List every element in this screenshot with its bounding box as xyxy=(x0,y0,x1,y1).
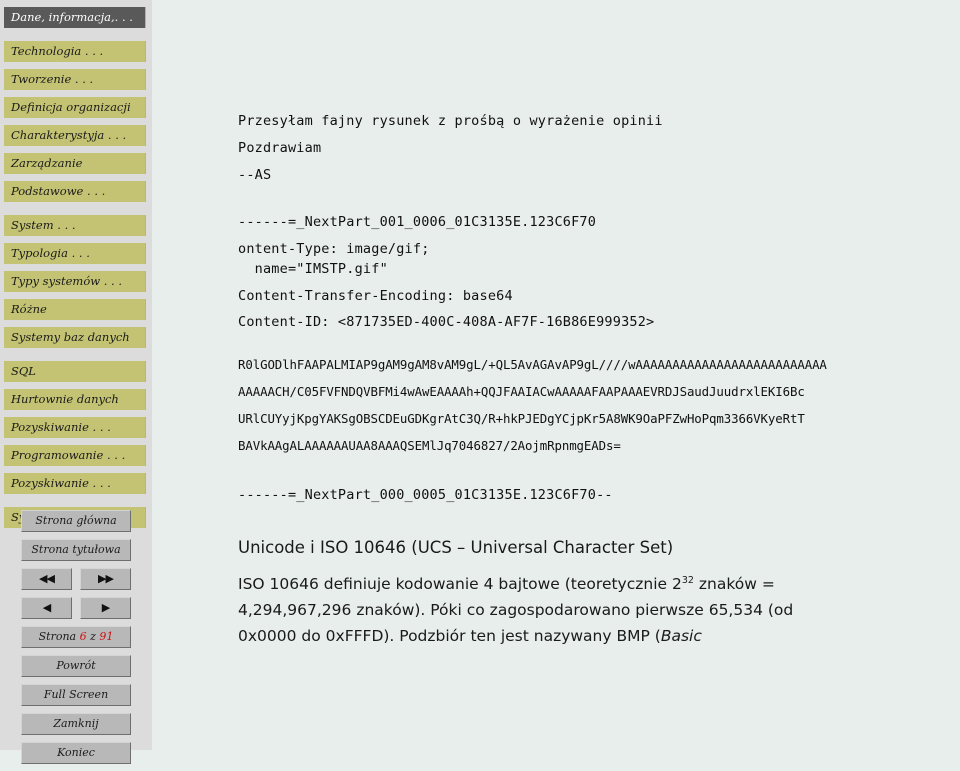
first-page-button[interactable]: ◀◀ xyxy=(21,568,72,590)
sidebar-item-label: Tworzenie . . . xyxy=(11,72,94,86)
sidebar-item-10[interactable]: Różne xyxy=(4,299,146,320)
sidebar-item-label: Charakterystyja . . . xyxy=(11,128,127,142)
sidebar-nav-list: Dane, informacja,. . . Technologia . . . T… xyxy=(0,0,152,528)
close-button[interactable]: Zamknij xyxy=(21,713,131,735)
mime-header-line-4: Content-ID: <871735ED-400C-408A-AF7F-16B… xyxy=(238,314,655,330)
sidebar-item-1[interactable]: Technologia . . . xyxy=(4,41,146,62)
sidebar-item-9[interactable]: Typy systemów . . . xyxy=(4,271,146,292)
paragraph-line-1: ISO 10646 definiuje kodowanie 4 bajtowe … xyxy=(238,575,775,593)
sidebar-item-7[interactable]: System . . . xyxy=(4,215,146,236)
page-of: z xyxy=(90,630,96,643)
mime-header-line-0: ------=_NextPart_001_0006_01C3135E.123C6… xyxy=(238,214,597,230)
base64-line-2: URlCUYyjKpgYAKSgOBSCDEuGDKgrAtC3Q/R+hkPJ… xyxy=(238,411,805,426)
paragraph-line-1-b: znaków = xyxy=(693,575,775,594)
page-indicator[interactable]: Strona 6 z 91 xyxy=(21,626,131,648)
sidebar-controls: Strona główna Strona tytułowa ◀◀ ▶▶ ◀ ▶ … xyxy=(21,510,131,771)
sidebar-item-label: Programowanie . . . xyxy=(11,448,126,462)
sidebar-item-4[interactable]: Charakterystyja . . . xyxy=(4,125,146,146)
sidebar-item-0[interactable]: Dane, informacja,. . . xyxy=(4,7,146,28)
slide-viewer: Dane, informacja,. . . Technologia . . . T… xyxy=(0,0,960,764)
base64-line-3: BAVkAAgALAAAAAAUAA8AAAQSEMlJq7046827/2Ao… xyxy=(238,438,621,453)
sidebar-item-label: Systemy baz danych xyxy=(11,330,130,344)
paragraph-line-2: 4,294,967,296 znaków). Póki co zagospoda… xyxy=(238,601,794,619)
page-current: 6 xyxy=(79,630,87,643)
slide-content: Przesyłam fajny rysunek z prośbą o wyraż… xyxy=(152,0,960,750)
sidebar-item-label: Definicja organizacji xyxy=(11,100,131,114)
home-button[interactable]: Strona główna xyxy=(21,510,131,532)
last-page-button[interactable]: ▶▶ xyxy=(80,568,131,590)
sidebar-item-5[interactable]: Zarządzanie xyxy=(4,153,146,174)
sidebar-item-label: Typologia . . . xyxy=(11,246,90,260)
sidebar-item-11[interactable]: Systemy baz danych xyxy=(4,327,146,348)
page-total: 91 xyxy=(99,630,114,643)
sidebar-item-label: Hurtownie danych xyxy=(11,392,119,406)
sidebar-item-label: Różne xyxy=(11,302,47,316)
sidebar-item-6[interactable]: Podstawowe . . . xyxy=(4,181,146,202)
sidebar-item-16[interactable]: Pozyskiwanie . . . xyxy=(4,473,146,494)
base64-line-0: R0lGODlhFAAPALMIAP9gAM9gAM8vAM9gL/+QL5Av… xyxy=(238,357,827,372)
email-line-2: --AS xyxy=(238,167,272,183)
sidebar-item-13[interactable]: Hurtownie danych xyxy=(4,389,146,410)
paragraph-line-1-a: ISO 10646 definiuje kodowanie 4 bajtowe … xyxy=(238,575,682,594)
sidebar-item-14[interactable]: Pozyskiwanie . . . xyxy=(4,417,146,438)
fullscreen-button[interactable]: Full Screen xyxy=(21,684,131,706)
next-page-button[interactable]: ▶ xyxy=(80,597,131,619)
mime-header-line-2: name="IMSTP.gif" xyxy=(238,261,388,277)
sidebar-item-8[interactable]: Typologia . . . xyxy=(4,243,146,264)
sidebar-item-label: Dane, informacja,. . . xyxy=(11,10,133,24)
sidebar-item-15[interactable]: Programowanie . . . xyxy=(4,445,146,466)
back-button[interactable]: Powrót xyxy=(21,655,131,677)
paragraph-line-3: 0x0000 do 0xFFFD). Podzbiór ten jest naz… xyxy=(238,627,702,645)
sidebar-item-label: Zarządzanie xyxy=(11,156,83,170)
quit-button[interactable]: Koniec xyxy=(21,742,131,764)
sidebar-item-2[interactable]: Tworzenie . . . xyxy=(4,69,146,90)
sidebar-item-label: Technologia . . . xyxy=(11,44,104,58)
sidebar-item-label: Pozyskiwanie . . . xyxy=(11,420,111,434)
paragraph-line-3-a: 0x0000 do 0xFFFD). Podzbiór ten jest naz… xyxy=(238,627,661,645)
prev-page-button[interactable]: ◀ xyxy=(21,597,72,619)
page-indicator-label: Strona xyxy=(38,630,77,643)
first-last-row: ◀◀ ▶▶ xyxy=(21,568,131,590)
section-heading: Unicode i ISO 10646 (UCS – Universal Cha… xyxy=(238,538,674,557)
sidebar-item-label: System . . . xyxy=(11,218,76,232)
sidebar: Dane, informacja,. . . Technologia . . . T… xyxy=(0,0,152,764)
base64-line-1: AAAAACH/C05FVFNDQVBFMi4wAwEAAAAh+QQJFAAI… xyxy=(238,384,805,399)
power-exponent: 32 xyxy=(681,575,694,586)
email-line-0: Przesyłam fajny rysunek z prośbą o wyraż… xyxy=(238,113,663,129)
mime-header-line-1: ontent-Type: image/gif; xyxy=(238,241,430,257)
sidebar-item-12[interactable]: SQL xyxy=(4,361,146,382)
sidebar-item-label: SQL xyxy=(11,364,36,378)
mime-footer-line: ------=_NextPart_000_0005_01C3135E.123C6… xyxy=(238,487,613,503)
mime-header-line-3: Content-Transfer-Encoding: base64 xyxy=(238,288,513,304)
title-page-button[interactable]: Strona tytułowa xyxy=(21,539,131,561)
sidebar-item-3[interactable]: Definicja organizacji xyxy=(4,97,146,118)
email-line-1: Pozdrawiam xyxy=(238,140,322,156)
paragraph-line-3-italic: Basic xyxy=(660,627,702,645)
sidebar-item-label: Pozyskiwanie . . . xyxy=(11,476,111,490)
sidebar-item-label: Typy systemów . . . xyxy=(11,274,123,288)
sidebar-item-label: Podstawowe . . . xyxy=(11,184,106,198)
prev-next-row: ◀ ▶ xyxy=(21,597,131,619)
